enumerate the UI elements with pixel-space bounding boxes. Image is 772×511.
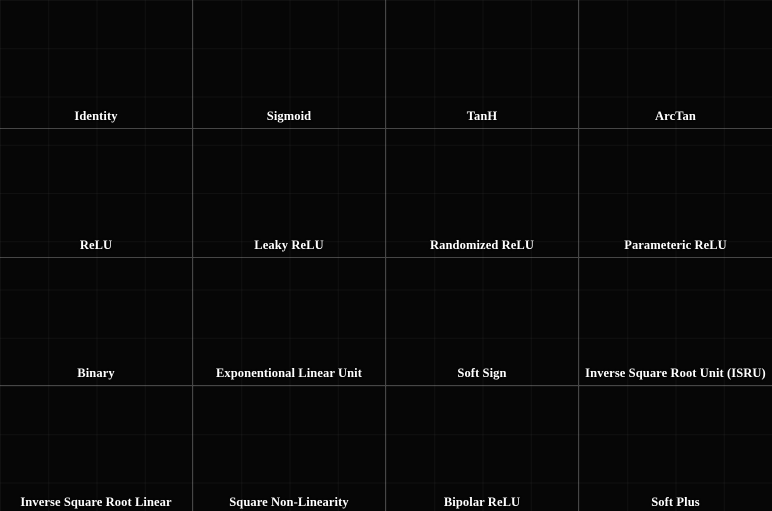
label-soft-sign: Soft Sign (386, 366, 578, 381)
label-binary: Binary (0, 366, 192, 381)
cell-binary: Binary (0, 258, 193, 387)
cell-identity: Identity (0, 0, 193, 129)
activation-functions-gallery: Identity Sigmoid TanH ArcTan ReLU Leaky … (0, 0, 772, 511)
label-isru: Inverse Square Root Unit (ISRU) (579, 366, 772, 381)
cell-elu: Exponentional Linear Unit (193, 258, 386, 387)
label-relu: ReLU (0, 238, 192, 253)
label-elu: Exponentional Linear Unit (193, 366, 385, 381)
label-randomized-relu: Randomized ReLU (386, 238, 578, 253)
cell-sqnl: Square Non-Linearity (193, 386, 386, 511)
cell-isrlu: Inverse Square Root Linear (0, 386, 193, 511)
label-tanh: TanH (386, 109, 578, 124)
cell-parametric-relu: Parameteric ReLU (579, 129, 772, 258)
cell-bipolar-relu: Bipolar ReLU (386, 386, 579, 511)
cell-soft-plus: Soft Plus (579, 386, 772, 511)
cell-isru: Inverse Square Root Unit (ISRU) (579, 258, 772, 387)
cell-relu: ReLU (0, 129, 193, 258)
label-leaky-relu: Leaky ReLU (193, 238, 385, 253)
label-parametric-relu: Parameteric ReLU (579, 238, 772, 253)
cell-randomized-relu: Randomized ReLU (386, 129, 579, 258)
cell-sigmoid: Sigmoid (193, 0, 386, 129)
cell-leaky-relu: Leaky ReLU (193, 129, 386, 258)
label-arctan: ArcTan (579, 109, 772, 124)
label-sigmoid: Sigmoid (193, 109, 385, 124)
cell-arctan: ArcTan (579, 0, 772, 129)
label-bipolar-relu: Bipolar ReLU (386, 495, 578, 510)
cell-soft-sign: Soft Sign (386, 258, 579, 387)
label-soft-plus: Soft Plus (579, 495, 772, 510)
label-isrlu: Inverse Square Root Linear (0, 495, 192, 510)
cell-tanh: TanH (386, 0, 579, 129)
label-sqnl: Square Non-Linearity (193, 495, 385, 510)
label-identity: Identity (0, 109, 192, 124)
cell-grid: Identity Sigmoid TanH ArcTan ReLU Leaky … (0, 0, 772, 511)
